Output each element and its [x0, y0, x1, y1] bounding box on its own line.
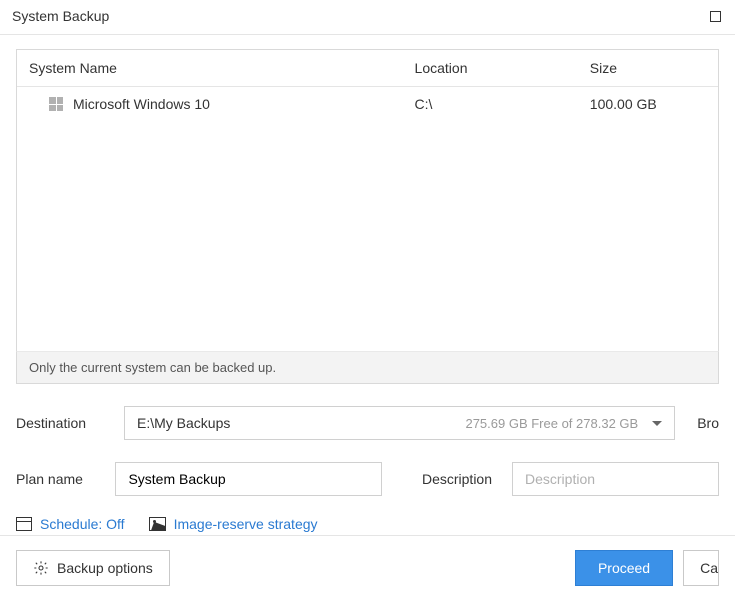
schedule-link[interactable]: Schedule: Off	[16, 516, 125, 532]
windows-icon	[49, 97, 63, 111]
destination-label: Destination	[16, 415, 112, 431]
footer-right: Proceed Ca	[575, 550, 719, 586]
os-size: 100.00 GB	[578, 87, 718, 122]
footer: Backup options Proceed Ca	[0, 535, 735, 600]
destination-row: Destination E:\My Backups 275.69 GB Free…	[16, 406, 719, 440]
plan-row: Plan name Description	[16, 462, 719, 496]
os-cell: Microsoft Windows 10	[29, 96, 391, 112]
schedule-text: Schedule: Off	[40, 516, 125, 532]
os-location: C:\	[403, 87, 578, 122]
plan-label: Plan name	[16, 471, 103, 487]
browse-button[interactable]: Bro	[687, 415, 719, 431]
destination-free: 275.69 GB Free of 278.32 GB	[465, 416, 638, 431]
window-title: System Backup	[12, 8, 109, 24]
os-name: Microsoft Windows 10	[73, 96, 210, 112]
destination-path: E:\My Backups	[137, 415, 230, 431]
plan-name-input[interactable]	[115, 462, 382, 496]
table-header-row: System Name Location Size	[17, 50, 718, 87]
cancel-button[interactable]: Ca	[683, 550, 719, 586]
chevron-down-icon	[652, 421, 662, 426]
strategy-text: Image-reserve strategy	[174, 516, 318, 532]
system-table-wrap: System Name Location Size Microsoft Wind…	[16, 49, 719, 351]
col-size[interactable]: Size	[578, 50, 718, 87]
links-row: Schedule: Off Image-reserve strategy	[16, 516, 719, 532]
col-location[interactable]: Location	[403, 50, 578, 87]
hint-bar: Only the current system can be backed up…	[16, 351, 719, 384]
table-row[interactable]: Microsoft Windows 10 C:\ 100.00 GB	[17, 87, 718, 122]
image-icon	[149, 517, 166, 531]
backup-options-button[interactable]: Backup options	[16, 550, 170, 586]
image-reserve-link[interactable]: Image-reserve strategy	[149, 516, 318, 532]
gear-icon	[33, 560, 49, 576]
system-table: System Name Location Size Microsoft Wind…	[17, 50, 718, 351]
description-label: Description	[422, 471, 492, 487]
backup-options-label: Backup options	[57, 560, 153, 576]
maximize-icon[interactable]	[710, 11, 721, 22]
proceed-button[interactable]: Proceed	[575, 550, 673, 586]
title-bar: System Backup	[0, 0, 735, 35]
col-system-name[interactable]: System Name	[17, 50, 403, 87]
table-empty-space	[17, 121, 718, 351]
description-input[interactable]	[512, 462, 719, 496]
calendar-icon	[16, 517, 32, 531]
content-area: System Name Location Size Microsoft Wind…	[0, 35, 735, 532]
destination-select[interactable]: E:\My Backups 275.69 GB Free of 278.32 G…	[124, 406, 675, 440]
